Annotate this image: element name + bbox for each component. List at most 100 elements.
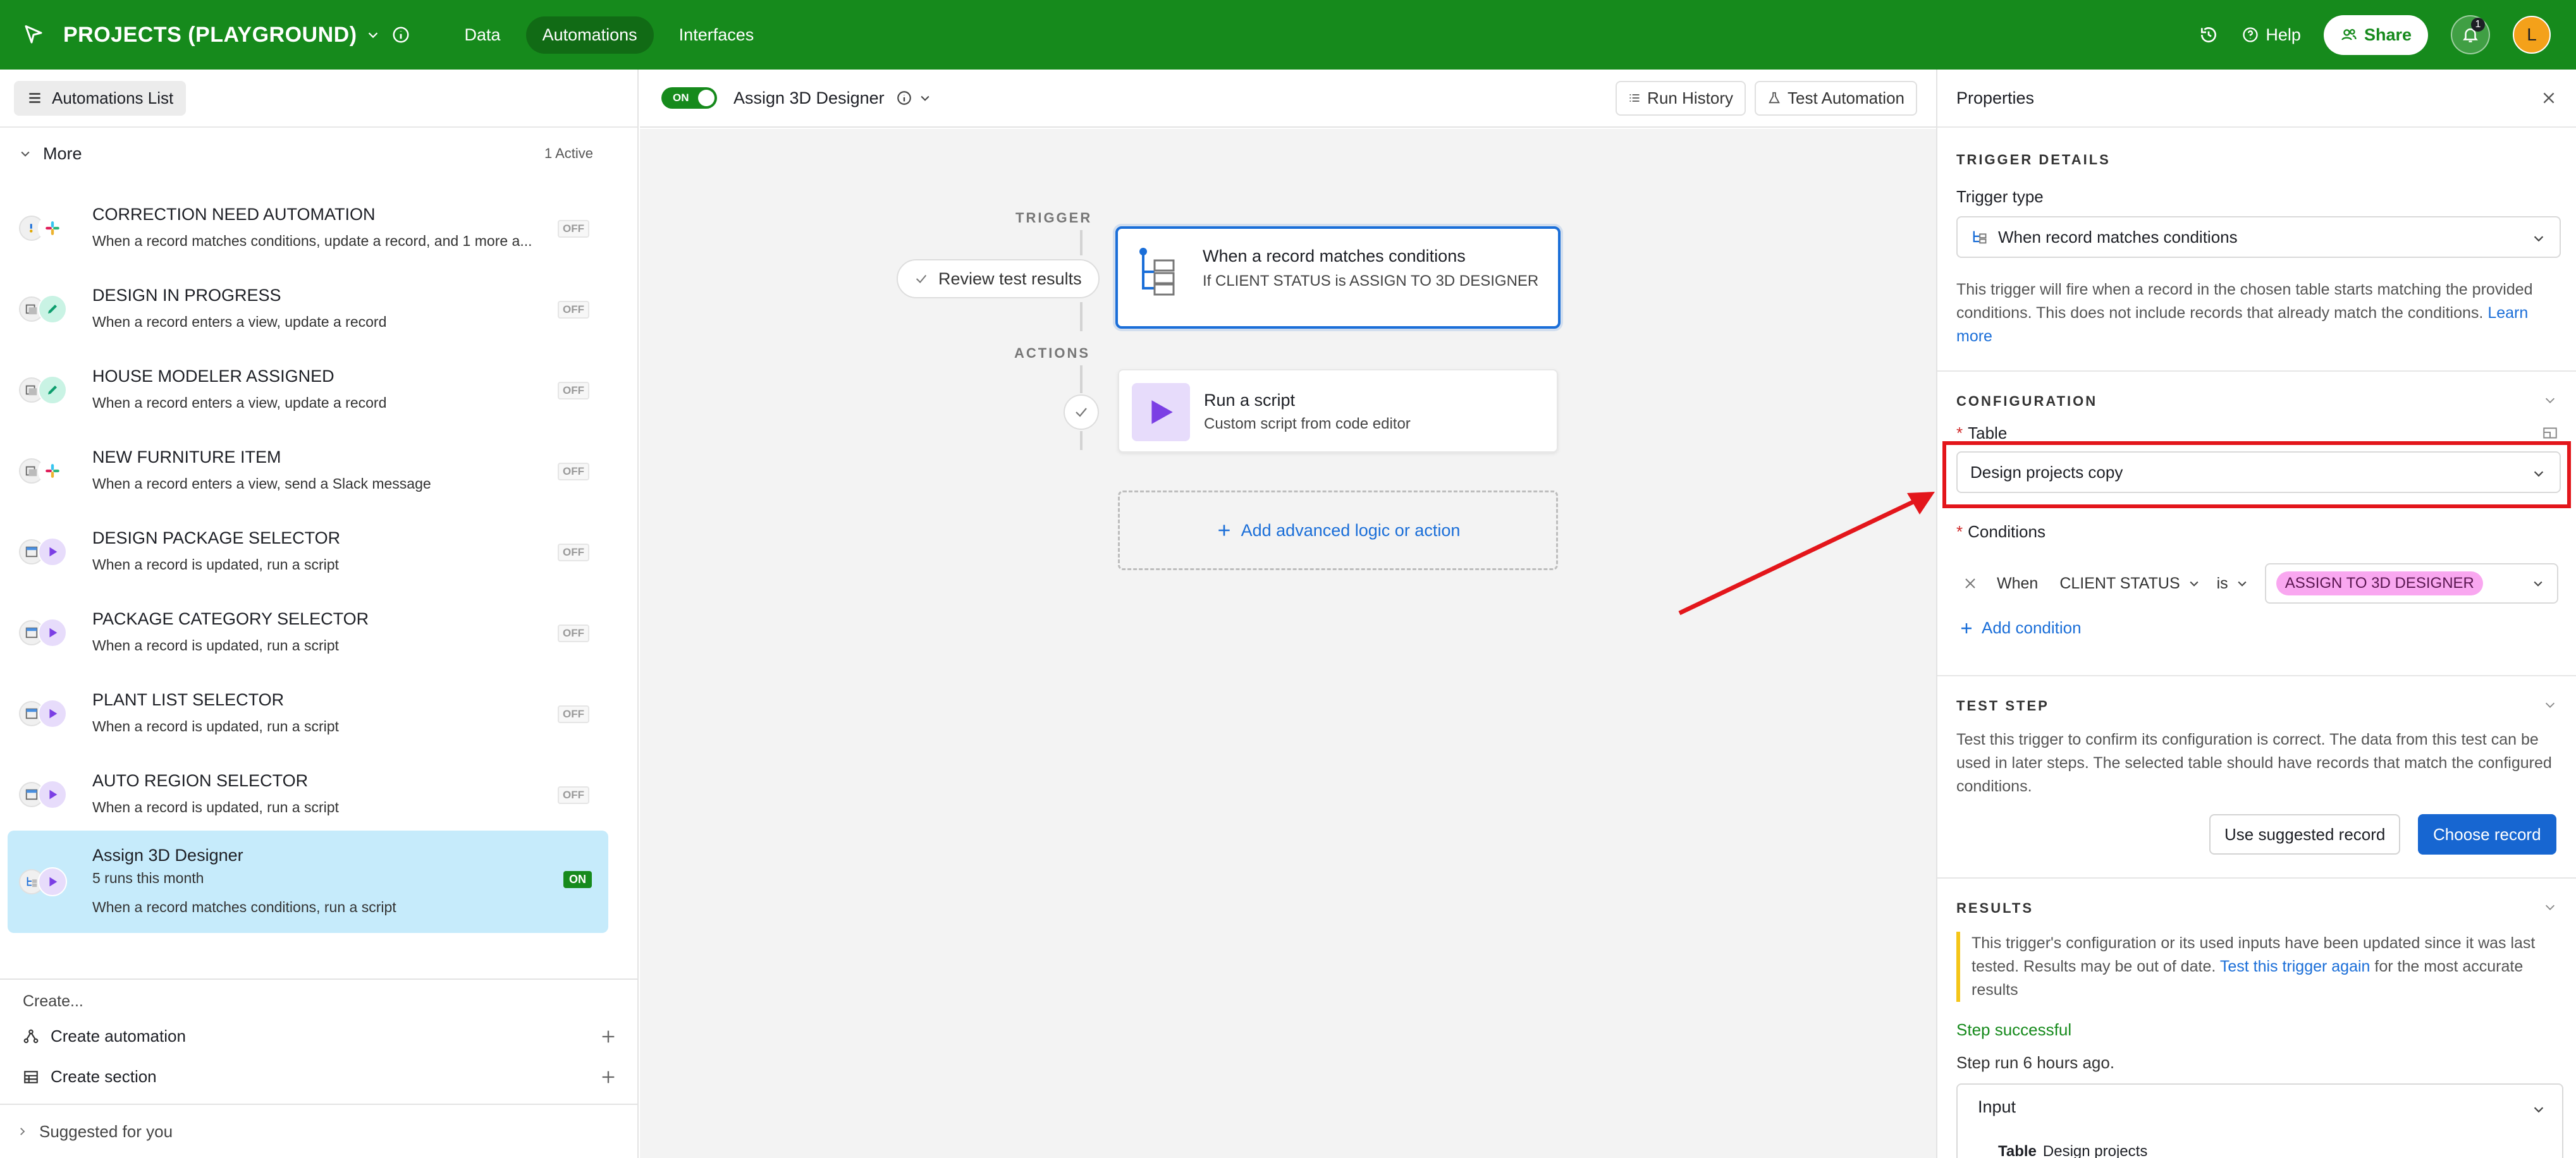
configuration-heading: CONFIGURATION bbox=[1956, 393, 2098, 409]
automation-item-selected[interactable]: Assign 3D Designer 5 runs this month Whe… bbox=[8, 831, 608, 933]
plus-icon bbox=[1961, 623, 1972, 633]
condition-field-select[interactable]: CLIENT STATUS bbox=[2059, 575, 2200, 593]
chevron-down-icon bbox=[2238, 581, 2247, 587]
status-badge: OFF bbox=[558, 220, 589, 238]
automations-list-button[interactable]: Automations List bbox=[14, 80, 187, 116]
properties-panel: Properties TRIGGER DETAILS Trigger type … bbox=[1936, 70, 2576, 1158]
properties-header: Properties bbox=[1937, 70, 2576, 128]
condition-value-pill: ASSIGN TO 3D DESIGNER bbox=[2276, 571, 2483, 595]
automation-desc: When a record is updated, run a script bbox=[92, 799, 339, 815]
automation-item[interactable]: HOUSE MODELER ASSIGNED When a record ent… bbox=[8, 349, 608, 430]
step-status: Step successful bbox=[1956, 1020, 2072, 1039]
divider bbox=[1937, 370, 2576, 372]
automation-title: HOUSE MODELER ASSIGNED bbox=[92, 367, 334, 386]
base-menu-chevron-icon[interactable] bbox=[366, 28, 380, 42]
base-info-icon[interactable] bbox=[391, 25, 410, 44]
share-button[interactable]: Share bbox=[2323, 15, 2428, 55]
automation-title: PLANT LIST SELECTOR bbox=[92, 690, 285, 709]
divider bbox=[1937, 877, 2576, 879]
input-table-key: Table bbox=[1998, 1143, 2037, 1158]
test-step-heading: TEST STEP bbox=[1956, 698, 2049, 714]
trigger-card[interactable]: When a record matches conditions If CLIE… bbox=[1115, 226, 1561, 329]
automation-item[interactable]: DESIGN PACKAGE SELECTOR When a record is… bbox=[8, 511, 608, 592]
automation-item[interactable]: DESIGN IN PROGRESS When a record enters … bbox=[8, 268, 608, 349]
suggested-for-you[interactable]: Suggested for you bbox=[0, 1104, 637, 1158]
use-suggested-record-button[interactable]: Use suggested record bbox=[2209, 814, 2401, 855]
section-header-more[interactable]: More 1 Active bbox=[0, 128, 637, 180]
automation-name[interactable]: Assign 3D Designer bbox=[733, 88, 885, 108]
trigger-title: When a record matches conditions bbox=[1203, 247, 1466, 265]
test-trigger-again-link[interactable]: Test this trigger again bbox=[2220, 958, 2371, 975]
expand-table-icon[interactable] bbox=[2542, 425, 2558, 441]
check-icon bbox=[916, 274, 927, 283]
sidebar-header: Automations List bbox=[0, 70, 637, 128]
notifications-button[interactable]: 1 bbox=[2451, 15, 2490, 54]
review-test-results-button[interactable]: Review test results bbox=[897, 259, 1100, 298]
conditions-icon bbox=[1139, 248, 1175, 296]
help-label: Help bbox=[2266, 25, 2301, 44]
step-run-time: Step run 6 hours ago. bbox=[1956, 1053, 2115, 1072]
automation-on-toggle[interactable]: ON bbox=[661, 87, 717, 109]
choose-record-button[interactable]: Choose record bbox=[2418, 814, 2556, 855]
base-name[interactable]: PROJECTS (PLAYGROUND) bbox=[63, 23, 357, 47]
cursor-logo-icon[interactable] bbox=[18, 19, 49, 51]
add-condition-button[interactable]: Add condition bbox=[1959, 618, 2082, 638]
automation-item[interactable]: PACKAGE CATEGORY SELECTOR When a record … bbox=[8, 592, 608, 673]
history-icon[interactable] bbox=[2199, 25, 2219, 45]
status-badge: OFF bbox=[558, 625, 589, 642]
run-history-button[interactable]: Run History bbox=[1616, 80, 1746, 116]
status-badge: ON bbox=[563, 871, 592, 888]
plus-icon[interactable] bbox=[599, 1028, 617, 1045]
help-icon bbox=[2243, 27, 2259, 42]
user-avatar[interactable]: L bbox=[2513, 16, 2551, 54]
help-button[interactable]: Help bbox=[2242, 25, 2301, 45]
status-badge: OFF bbox=[558, 544, 589, 561]
collapse-chevron-icon[interactable] bbox=[2543, 900, 2557, 914]
highlight-box bbox=[1942, 441, 2571, 508]
add-logic-label: Add advanced logic or action bbox=[1241, 520, 1461, 540]
add-condition-label: Add condition bbox=[1982, 618, 2082, 637]
test-help-text: Test this trigger to confirm its configu… bbox=[1956, 731, 2552, 795]
collapse-chevron-icon[interactable] bbox=[2543, 698, 2557, 712]
automation-desc: When a record enters a view, update a re… bbox=[92, 394, 387, 411]
automation-item[interactable]: PLANT LIST SELECTOR When a record is upd… bbox=[8, 673, 608, 753]
test-automation-button[interactable]: Test Automation bbox=[1755, 80, 1917, 116]
create-section-label: Create section bbox=[51, 1067, 157, 1086]
create-automation-button[interactable]: Create automation bbox=[23, 1027, 617, 1046]
plus-icon[interactable] bbox=[599, 1068, 617, 1086]
collapse-chevron-icon[interactable] bbox=[2543, 393, 2557, 407]
create-automation-label: Create automation bbox=[51, 1027, 186, 1045]
add-advanced-logic-button[interactable]: Add advanced logic or action bbox=[1118, 491, 1558, 570]
condition-when: When bbox=[1997, 574, 2039, 592]
automation-item[interactable]: AUTO REGION SELECTOR When a record is up… bbox=[8, 753, 608, 834]
tab-interfaces[interactable]: Interfaces bbox=[663, 16, 771, 54]
tab-data[interactable]: Data bbox=[448, 16, 517, 54]
input-table-row: Table Design projects bbox=[1998, 1143, 2147, 1158]
create-label: Create... bbox=[23, 992, 83, 1010]
action-card-run-script[interactable]: Run a script Custom script from code edi… bbox=[1118, 369, 1558, 453]
condition-value-select[interactable]: ASSIGN TO 3D DESIGNER bbox=[2264, 563, 2558, 604]
red-arrow-icon bbox=[1678, 492, 1935, 616]
action-subtitle: Custom script from code editor bbox=[1204, 415, 1411, 432]
status-badge: OFF bbox=[558, 463, 589, 480]
remove-condition-icon[interactable] bbox=[1963, 576, 1978, 591]
automation-title: NEW FURNITURE ITEM bbox=[92, 448, 281, 466]
tab-automations[interactable]: Automations bbox=[525, 16, 654, 54]
input-panel[interactable]: Input Table Design projects bbox=[1956, 1083, 2563, 1158]
create-section-button[interactable]: Create section bbox=[23, 1067, 617, 1087]
automation-item[interactable]: NEW FURNITURE ITEM When a record enters … bbox=[8, 430, 608, 511]
slack-icon bbox=[38, 214, 67, 243]
automation-item[interactable]: CORRECTION NEED AUTOMATION When a record… bbox=[8, 187, 608, 268]
status-badge: OFF bbox=[558, 301, 589, 319]
condition-operator-select[interactable]: is bbox=[2217, 575, 2248, 593]
test-automation-label: Test Automation bbox=[1788, 88, 1904, 107]
trigger-help: This trigger will fire when a record in … bbox=[1956, 281, 2533, 322]
automation-desc: When a record enters a view, send a Slac… bbox=[92, 475, 431, 492]
trigger-type-select[interactable]: When record matches conditions bbox=[1956, 216, 2561, 258]
automation-title: DESIGN IN PROGRESS bbox=[92, 286, 281, 305]
trigger-label: TRIGGER bbox=[1015, 210, 1093, 226]
close-icon[interactable] bbox=[2541, 90, 2557, 106]
section-active-count: 1 Active bbox=[544, 145, 593, 161]
chevron-down-icon[interactable] bbox=[919, 92, 931, 104]
info-icon[interactable] bbox=[896, 90, 912, 106]
